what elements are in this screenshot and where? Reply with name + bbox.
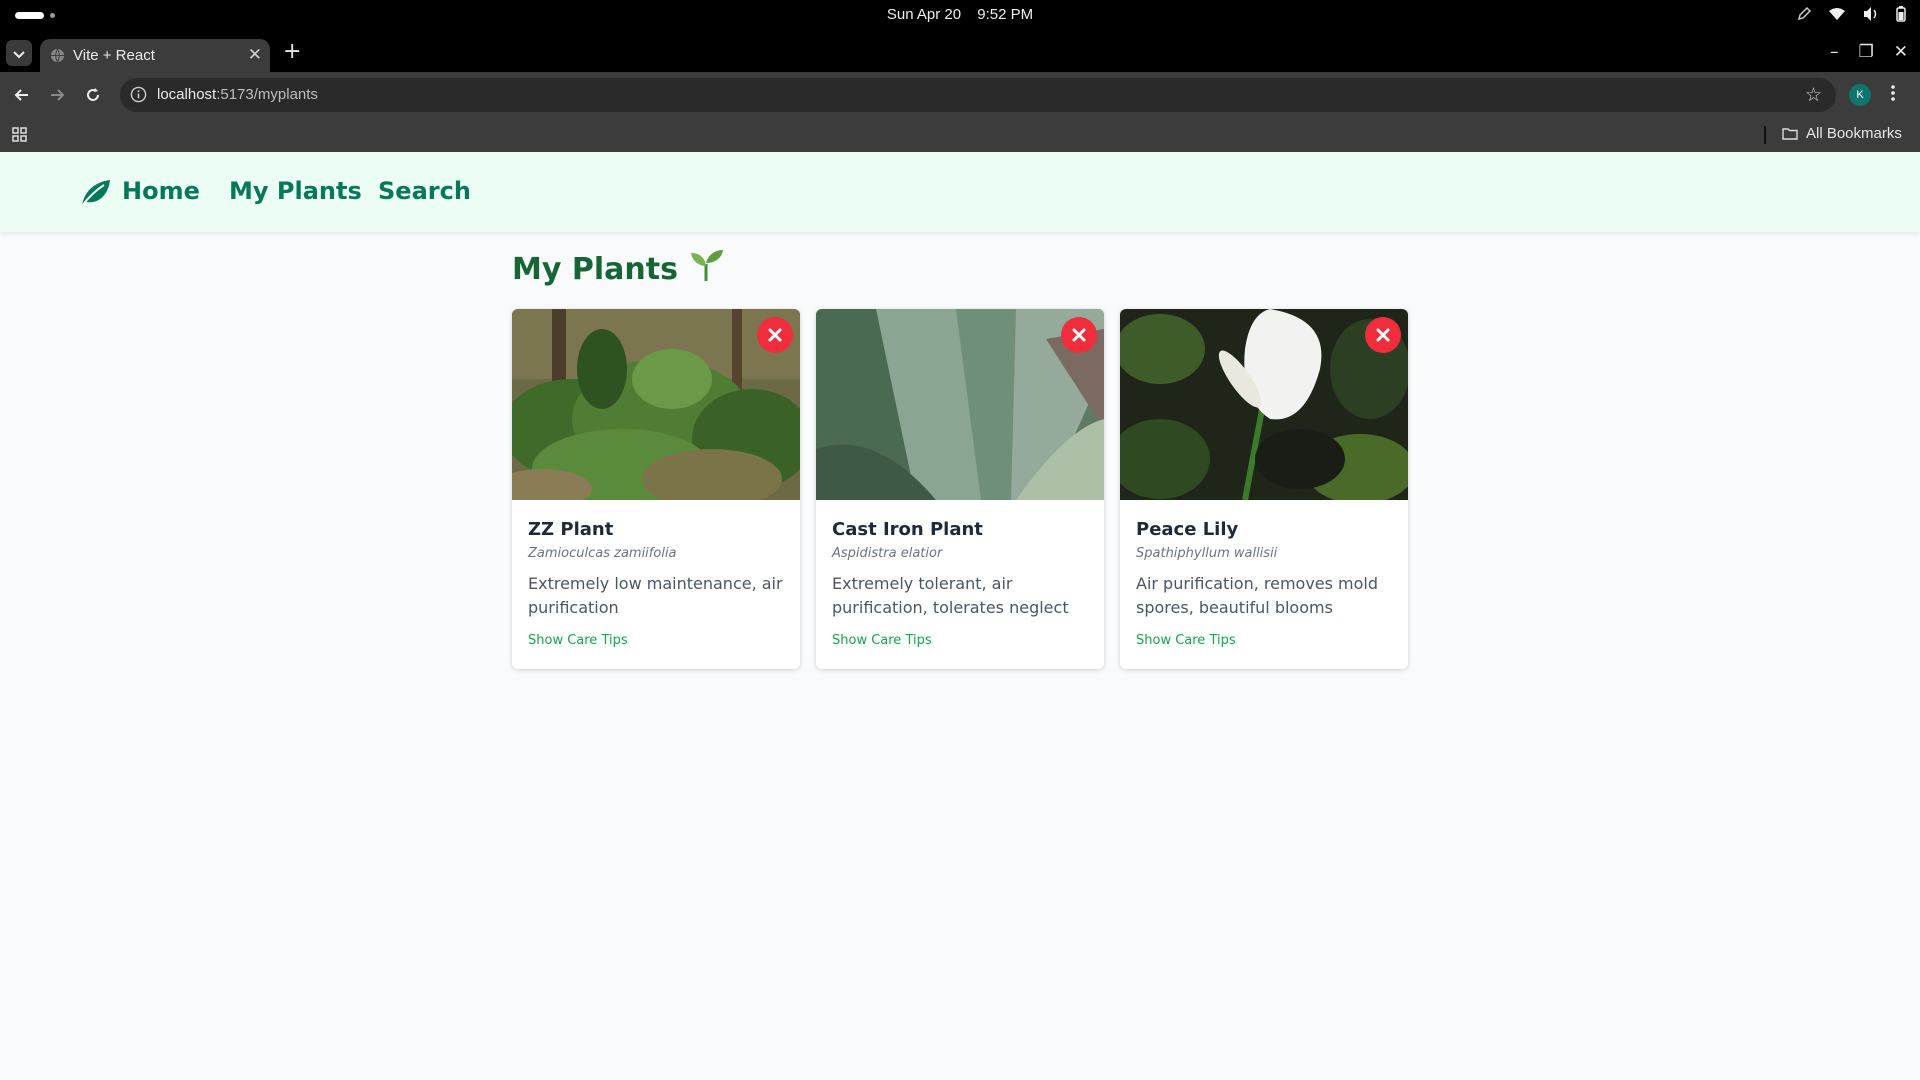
url-path: :5173/myplants bbox=[216, 86, 318, 103]
tab-search-button[interactable] bbox=[6, 40, 32, 66]
bookmark-star-icon[interactable]: ☆ bbox=[1805, 84, 1822, 106]
volume-icon bbox=[1862, 6, 1880, 22]
app-navbar: Home My Plants Search bbox=[0, 152, 1920, 232]
plant-card-zz-plant: ZZ Plant Zamioculcas zamiifolia Extremel… bbox=[512, 309, 800, 669]
close-icon bbox=[768, 328, 782, 342]
plant-scientific-name: Aspidistra elatior bbox=[832, 546, 943, 561]
bookmarks-separator bbox=[1764, 126, 1766, 144]
clock-time: 9:52 PM bbox=[977, 6, 1034, 23]
page-title-text: My Plants bbox=[512, 251, 678, 287]
remove-plant-button[interactable] bbox=[1061, 317, 1097, 353]
apps-grid-icon[interactable] bbox=[12, 127, 27, 146]
os-top-bar: Sun Apr 20 9:52 PM bbox=[0, 0, 1920, 31]
browser-menu-icon[interactable] bbox=[1890, 84, 1896, 106]
close-icon bbox=[1072, 328, 1086, 342]
forward-button[interactable] bbox=[45, 83, 69, 107]
plant-scientific-name: Zamioculcas zamiifolia bbox=[528, 546, 677, 561]
url-text: localhost:5173/myplants bbox=[157, 86, 318, 103]
arrow-right-icon bbox=[51, 89, 65, 101]
plant-scientific-name: Spathiphyllum wallisii bbox=[1136, 546, 1278, 561]
show-care-tips-link[interactable]: Show Care Tips bbox=[1136, 633, 1236, 648]
close-window-icon[interactable]: ✕ bbox=[1894, 42, 1908, 62]
tab-title: Vite + React bbox=[73, 47, 155, 64]
clock[interactable]: Sun Apr 20 9:52 PM bbox=[0, 6, 1920, 23]
all-bookmarks-button[interactable]: All Bookmarks bbox=[1782, 125, 1902, 142]
reload-button[interactable] bbox=[81, 83, 105, 107]
reload-icon bbox=[87, 88, 99, 101]
tab-close-icon[interactable]: ✕ bbox=[248, 45, 262, 65]
nav-my-plants-link[interactable]: My Plants bbox=[229, 177, 362, 205]
chevron-down-icon bbox=[13, 44, 25, 63]
remove-plant-button[interactable] bbox=[757, 317, 793, 353]
minimize-icon[interactable]: – bbox=[1830, 42, 1839, 62]
plant-description: Extremely low maintenance, air purificat… bbox=[528, 574, 783, 617]
show-care-tips-link[interactable]: Show Care Tips bbox=[528, 633, 628, 648]
leaf-icon bbox=[78, 178, 112, 212]
plant-name: Peace Lily bbox=[1136, 519, 1239, 540]
bookmarks-bar: All Bookmarks bbox=[0, 118, 1920, 152]
show-care-tips-link[interactable]: Show Care Tips bbox=[832, 633, 932, 648]
pen-icon bbox=[1796, 6, 1812, 22]
tab-strip: Vite + React ✕ + – ❐ ✕ bbox=[0, 31, 1920, 72]
folder-icon bbox=[1782, 128, 1798, 140]
remove-plant-button[interactable] bbox=[1365, 317, 1401, 353]
nav-home-link[interactable]: Home bbox=[122, 177, 200, 205]
wifi-icon bbox=[1828, 7, 1846, 21]
plant-name: Cast Iron Plant bbox=[832, 519, 983, 540]
battery-icon bbox=[1896, 6, 1906, 22]
browser-toolbar: localhost:5173/myplants ☆ K bbox=[0, 72, 1920, 118]
restore-icon[interactable]: ❐ bbox=[1859, 42, 1874, 62]
close-icon bbox=[1376, 328, 1390, 342]
plant-photo bbox=[816, 309, 1104, 500]
nav-search-link[interactable]: Search bbox=[378, 177, 471, 205]
plant-card-peace-lily: Peace Lily Spathiphyllum wallisii Air pu… bbox=[1120, 309, 1408, 669]
page-title: My Plants bbox=[512, 248, 724, 290]
plant-photo bbox=[512, 309, 800, 500]
site-info-icon[interactable] bbox=[130, 86, 147, 107]
plant-name: ZZ Plant bbox=[528, 519, 614, 540]
arrow-left-icon bbox=[14, 89, 28, 101]
address-bar[interactable]: localhost:5173/myplants ☆ bbox=[120, 78, 1836, 112]
back-button[interactable] bbox=[10, 83, 34, 107]
globe-icon bbox=[50, 48, 65, 67]
system-tray[interactable] bbox=[1796, 6, 1906, 22]
browser-tab[interactable]: Vite + React ✕ bbox=[40, 39, 270, 72]
plant-description: Extremely tolerant, air purification, to… bbox=[832, 574, 1069, 617]
window-controls: – ❐ ✕ bbox=[1830, 42, 1908, 62]
new-tab-button[interactable]: + bbox=[283, 40, 301, 64]
url-host: localhost bbox=[157, 86, 217, 103]
clock-date: Sun Apr 20 bbox=[886, 6, 962, 23]
plant-card-cast-iron-plant: Cast Iron Plant Aspidistra elatior Extre… bbox=[816, 309, 1104, 669]
all-bookmarks-label: All Bookmarks bbox=[1806, 125, 1902, 142]
plant-description: Air purification, removes mold spores, b… bbox=[1136, 574, 1379, 617]
plant-photo bbox=[1120, 309, 1408, 500]
seedling-icon bbox=[688, 248, 724, 290]
profile-avatar[interactable]: K bbox=[1849, 84, 1871, 106]
